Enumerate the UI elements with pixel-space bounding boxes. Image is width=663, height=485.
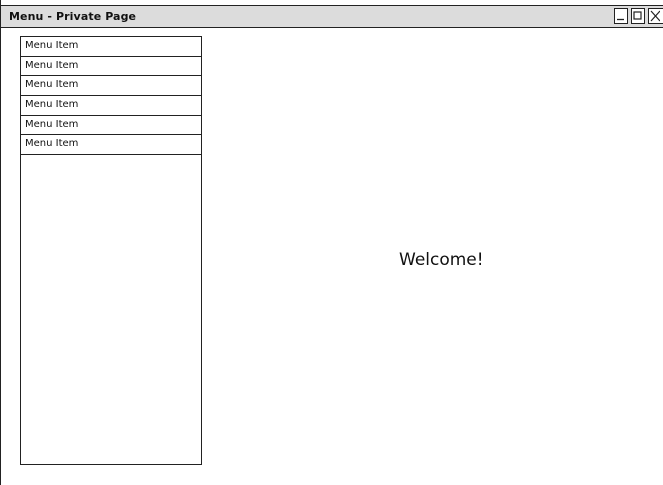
menu-item[interactable]: Menu Item — [21, 57, 201, 77]
maximize-icon — [633, 11, 642, 20]
menu-item[interactable]: Menu Item — [21, 135, 201, 156]
menu-item[interactable]: Menu Item — [21, 96, 201, 116]
close-icon — [650, 10, 660, 22]
menu-item[interactable]: Menu Item — [21, 37, 201, 57]
sidebar-menu: Menu Item Menu Item Menu Item Menu Item … — [20, 36, 202, 465]
welcome-message: Welcome! — [399, 250, 484, 270]
menu-list: Menu Item Menu Item Menu Item Menu Item … — [21, 37, 201, 156]
window-title: Menu - Private Page — [9, 10, 137, 23]
menu-item[interactable]: Menu Item — [21, 76, 201, 97]
title-bar: Menu - Private Page — [1, 5, 663, 28]
minimize-icon — [617, 18, 624, 21]
menu-item[interactable]: Menu Item — [21, 116, 201, 136]
close-button[interactable] — [648, 8, 663, 24]
minimize-button[interactable] — [614, 8, 628, 24]
maximize-button[interactable] — [631, 8, 645, 24]
app-window: Menu - Private Page Menu Item Menu Item … — [0, 0, 663, 485]
